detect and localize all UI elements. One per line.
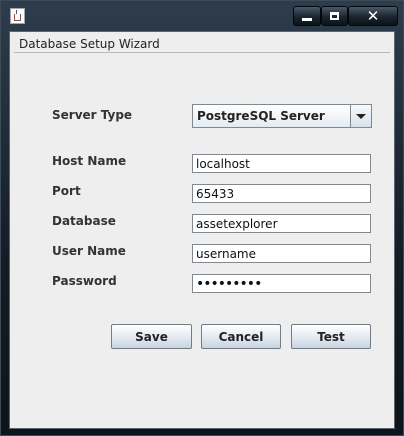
database-field[interactable]: assetexplorer [192, 214, 371, 233]
database-label: Database [52, 214, 116, 228]
server-type-label: Server Type [52, 108, 133, 122]
save-button[interactable]: Save [111, 324, 192, 349]
host-name-field[interactable]: localhost [192, 154, 371, 173]
chevron-down-icon[interactable] [350, 105, 371, 127]
password-field[interactable]: ••••••••• [192, 274, 371, 293]
maximize-icon [330, 12, 339, 20]
wizard-panel: Database Setup Wizard Server Type Postgr… [9, 31, 395, 429]
port-label: Port [52, 184, 81, 198]
title-bar[interactable]: ✕ [1, 1, 403, 31]
maximize-button[interactable] [321, 6, 348, 26]
group-divider [14, 52, 390, 53]
group-title: Database Setup Wizard [19, 37, 160, 51]
java-app-icon [10, 8, 25, 24]
minimize-icon [302, 18, 312, 21]
user-name-label: User Name [52, 244, 126, 258]
port-field[interactable]: 65433 [192, 184, 371, 203]
password-label: Password [52, 274, 117, 288]
host-name-label: Host Name [52, 154, 127, 168]
minimize-button[interactable] [293, 6, 321, 26]
cancel-button[interactable]: Cancel [201, 324, 281, 349]
user-name-field[interactable]: username [192, 244, 371, 263]
server-type-dropdown[interactable]: PostgreSQL Server [192, 104, 372, 128]
test-button[interactable]: Test [291, 324, 371, 349]
setup-wizard-window: ✕ Database Setup Wizard Server Type Post… [0, 0, 404, 436]
server-type-value: PostgreSQL Server [197, 109, 325, 123]
close-icon: ✕ [366, 6, 380, 25]
close-button[interactable]: ✕ [348, 6, 398, 26]
